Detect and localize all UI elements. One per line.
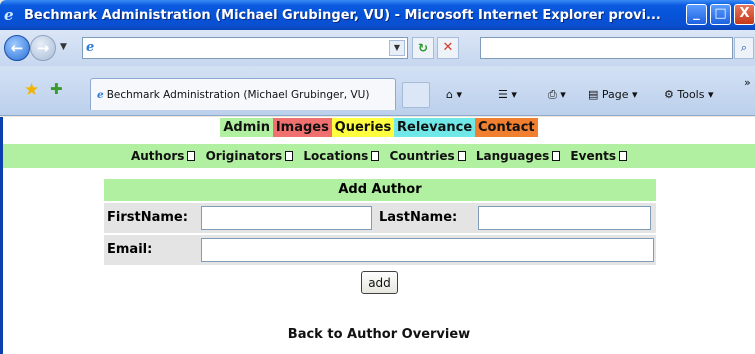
page-menu[interactable]: ▤ Page ▾ [588, 88, 638, 101]
ie-logo-icon: e [4, 6, 14, 24]
tools-menu[interactable]: ⚙ Tools ▾ [664, 88, 714, 101]
submenu-item-countries[interactable]: Countries [389, 149, 466, 163]
forward-button[interactable]: → [30, 35, 56, 61]
new-tab-button[interactable] [402, 82, 430, 108]
submenu-item-locations[interactable]: Locations [303, 149, 380, 163]
favorites-star-icon[interactable]: ★ [24, 80, 39, 100]
firstname-input[interactable] [201, 206, 372, 230]
firstname-label: FirstName: [107, 210, 188, 225]
page-content: Admin Images Queries Relevance Contact A… [0, 117, 755, 354]
email-label: Email: [107, 242, 153, 257]
document-icon [619, 151, 628, 161]
form-title: Add Author [104, 179, 656, 201]
address-dropdown-icon[interactable]: ▼ [389, 40, 405, 56]
email-row: Email: [104, 235, 656, 265]
submenu-label: Languages [475, 149, 550, 163]
menu-item-contact[interactable]: Contact [474, 118, 538, 137]
document-icon [552, 151, 561, 161]
email-input[interactable] [201, 238, 654, 262]
close-button[interactable]: X [734, 4, 755, 25]
window-title: Bechmark Administration (Michael Grubing… [24, 7, 661, 23]
submenu-item-languages[interactable]: Languages [475, 149, 561, 163]
menu-item-relevance[interactable]: Relevance [394, 118, 476, 137]
search-input[interactable] [480, 37, 733, 59]
stop-button[interactable]: ✕ [437, 37, 459, 59]
minimize-button[interactable]: _ [686, 4, 707, 25]
menu-item-queries[interactable]: Queries [331, 118, 395, 137]
window-title-bar[interactable]: e Bechmark Administration (Michael Grubi… [0, 0, 755, 30]
address-toolbar: ← → ▼ e ▼ ↻ ✕ ⌕ [0, 30, 755, 66]
add-author-form: Add Author FirstName: LastName: Email: [104, 179, 656, 265]
lastname-label: LastName: [379, 210, 458, 225]
tab-toolbar: ★ ✚ e Bechmark Administration (Michael G… [0, 66, 755, 116]
document-icon [457, 151, 466, 161]
home-icon[interactable]: ⌂ ▾ [446, 88, 462, 101]
tools-menu-label: Tools [677, 88, 705, 101]
lastname-input[interactable] [478, 206, 651, 230]
tab-active[interactable]: e Bechmark Administration (Michael Grubi… [90, 78, 396, 110]
submenu-item-authors[interactable]: Authors [130, 149, 196, 163]
back-to-overview-link[interactable]: Back to Author Overview [3, 327, 755, 342]
submenu-label: Events [570, 149, 617, 163]
submenu-item-events[interactable]: Events [570, 149, 628, 163]
submenu-label: Authors [130, 149, 185, 163]
tab-title: Bechmark Administration (Michael Grubing… [106, 88, 370, 101]
document-icon [187, 151, 196, 161]
sub-menu: Authors Originators Locations Countries … [3, 144, 755, 168]
history-dropdown-icon[interactable]: ▼ [60, 42, 67, 52]
page-icon: e [86, 40, 95, 55]
document-icon [371, 151, 380, 161]
name-row: FirstName: LastName: [104, 203, 656, 233]
more-commands-button[interactable]: » [744, 76, 751, 89]
document-icon [285, 151, 294, 161]
page-menu-label: Page [601, 88, 629, 101]
refresh-button[interactable]: ↻ [412, 37, 434, 59]
add-button[interactable]: add [361, 271, 398, 294]
submenu-label: Originators [205, 149, 283, 163]
submenu-item-originators[interactable]: Originators [206, 149, 294, 163]
submenu-label: Locations [303, 149, 369, 163]
menu-item-images[interactable]: Images [272, 118, 332, 137]
search-icon[interactable]: ⌕ [734, 37, 754, 59]
maximize-button[interactable]: □ [710, 4, 731, 25]
main-menu: Admin Images Queries Relevance Contact [3, 118, 755, 142]
feeds-icon[interactable]: ☰ ▾ [498, 88, 517, 101]
print-icon[interactable]: ⎙ ▾ [548, 88, 566, 102]
tab-page-icon: e [97, 88, 104, 101]
add-favorite-icon[interactable]: ✚ [50, 80, 63, 98]
back-button[interactable]: ← [4, 35, 30, 61]
address-input[interactable]: e ▼ [82, 37, 408, 59]
submenu-label: Countries [389, 149, 455, 163]
menu-item-admin[interactable]: Admin [220, 118, 273, 137]
